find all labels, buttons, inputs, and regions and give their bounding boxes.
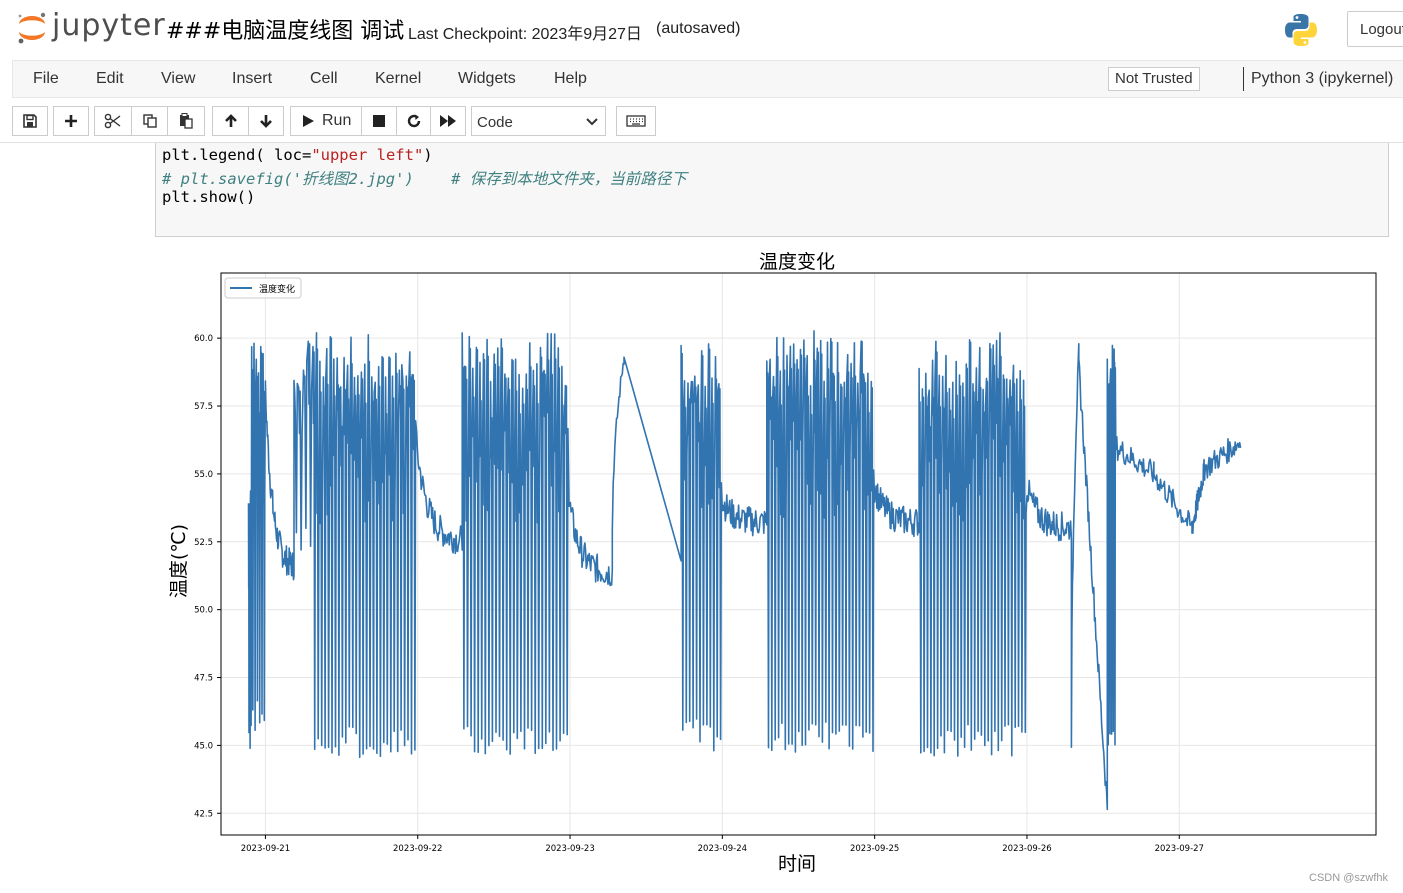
menu-cell[interactable]: Cell	[310, 70, 338, 88]
restart-kernel-button[interactable]	[396, 106, 431, 136]
menubar: File Edit View Insert Cell Kernel Widget…	[12, 60, 1403, 98]
python-logo-icon	[1285, 14, 1317, 46]
kernel-separator	[1243, 67, 1244, 91]
menu-kernel[interactable]: Kernel	[375, 70, 421, 88]
save-icon	[23, 114, 37, 128]
arrow-down-icon	[260, 115, 272, 128]
paste-button[interactable]	[167, 106, 205, 136]
move-up-button[interactable]	[212, 106, 249, 136]
run-icon	[303, 115, 314, 127]
y-tick-label: 45.0	[194, 741, 213, 751]
plus-icon	[65, 115, 77, 127]
save-button[interactable]	[12, 106, 48, 136]
temperature-chart: 温度变化 2023-09-21 2023-09-22 2023-09-23 2023-…	[168, 251, 1377, 875]
y-tick-label: 52.5	[194, 538, 213, 548]
keyboard-icon	[626, 115, 646, 127]
x-tick-label: 2023-09-25	[850, 844, 899, 854]
menu-widgets[interactable]: Widgets	[458, 70, 516, 88]
x-tick-label: 2023-09-26	[1002, 844, 1051, 854]
paste-icon	[180, 113, 193, 129]
line-series	[247, 330, 1242, 811]
menu-insert[interactable]: Insert	[232, 70, 272, 88]
restart-run-all-button[interactable]	[430, 106, 466, 136]
notebook-header: jupyter ###电脑温度线图 调试 Last Checkpoint: 20…	[0, 0, 1403, 60]
arrow-up-icon	[224, 114, 237, 127]
chevron-down-icon	[586, 118, 598, 126]
legend-label: 温度变化	[259, 283, 295, 295]
legend: 温度变化	[224, 277, 302, 299]
y-tick-label: 57.5	[194, 402, 213, 412]
notebook-title[interactable]: ###电脑温度线图 调试	[166, 13, 404, 45]
menu-help[interactable]: Help	[554, 70, 587, 88]
interrupt-button[interactable]	[361, 106, 397, 136]
restart-icon	[407, 114, 420, 128]
y-tick-label: 47.5	[194, 674, 213, 684]
y-axis-label: 温度(℃)	[168, 524, 190, 598]
autosave-status: (autosaved)	[656, 20, 741, 37]
x-tick-label: 2023-09-24	[698, 844, 747, 854]
x-tick-label: 2023-09-23	[545, 844, 594, 854]
temperature-line	[247, 330, 1242, 811]
copy-icon	[142, 114, 157, 128]
x-tick-label: 2023-09-21	[241, 844, 290, 854]
notebook-container: plt.legend( loc="upper left") # plt.save…	[0, 142, 1403, 893]
y-tick-label: 42.5	[194, 809, 213, 819]
trust-indicator-button[interactable]: Not Trusted	[1108, 67, 1200, 91]
jupyter-logo-text[interactable]: jupyter	[52, 8, 166, 43]
logout-button[interactable]: Logout	[1347, 11, 1403, 47]
menu-edit[interactable]: Edit	[96, 70, 124, 88]
copy-button[interactable]	[131, 106, 168, 136]
cut-icon	[104, 113, 121, 129]
menu-file[interactable]: File	[33, 70, 59, 88]
toolbar: Run Code	[0, 100, 1403, 142]
command-palette-button[interactable]	[616, 106, 656, 136]
y-tick-label: 60.0	[194, 334, 213, 344]
run-button[interactable]: Run	[290, 106, 362, 136]
jupyter-logo-icon[interactable]	[16, 10, 48, 46]
csdn-watermark: CSDN @szwfhk	[1309, 872, 1389, 884]
last-checkpoint: Last Checkpoint: 2023年9月27日	[408, 26, 642, 43]
chart-title: 温度变化	[759, 251, 835, 273]
x-axis-label: 时间	[778, 853, 816, 875]
fast-forward-icon	[440, 115, 456, 127]
cell-type-select[interactable]: Code	[471, 106, 606, 136]
menu-view[interactable]: View	[161, 70, 195, 88]
cut-button[interactable]	[94, 106, 132, 136]
y-tick-label: 55.0	[194, 470, 213, 480]
move-down-button[interactable]	[248, 106, 284, 136]
kernel-indicator[interactable]: Python 3 (ipykernel)	[1251, 70, 1393, 88]
stop-icon	[373, 115, 385, 127]
y-tick-label: 50.0	[194, 606, 213, 616]
run-label: Run	[322, 112, 352, 129]
cell-type-value: Code	[477, 114, 513, 131]
x-tick-label: 2023-09-27	[1155, 844, 1204, 854]
insert-cell-button[interactable]	[53, 106, 89, 136]
x-tick-label: 2023-09-22	[393, 844, 442, 854]
